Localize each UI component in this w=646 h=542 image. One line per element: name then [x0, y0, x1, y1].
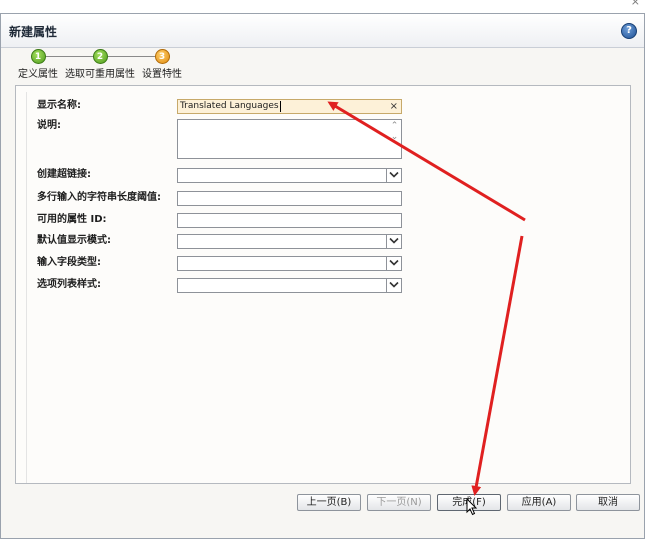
button-bar: 上一页(B) 下一页(N) 完成(F) 应用(A) 取消 [1, 492, 644, 516]
description-label: 说明: [37, 120, 61, 131]
step-check-icon: 1 [30, 49, 46, 64]
chevron-down-icon[interactable] [386, 235, 401, 248]
create-hyperlink-select[interactable] [177, 168, 402, 183]
cancel-button[interactable]: 取消 [576, 494, 640, 511]
option-list-style-select[interactable] [177, 278, 402, 293]
clear-icon[interactable]: × [390, 100, 398, 113]
new-attribute-dialog: 新建属性 ? 1 定义属性 2 选取可重用属性 3 设置特性 显示名称: Tra [0, 13, 645, 539]
title-bar: 新建属性 ? [1, 14, 644, 48]
step-current-icon: 3 [154, 49, 170, 64]
attribute-id-label: 可用的属性 ID: [37, 214, 107, 225]
help-icon[interactable]: ? [621, 23, 637, 39]
scroll-down-icon[interactable]: ⌄ [390, 133, 399, 142]
max-length-input[interactable] [177, 191, 402, 206]
form-area: 显示名称: Translated Languages × 说明: ⌃ ⌄ 创建超… [26, 92, 630, 483]
step-check-icon: 2 [92, 49, 108, 64]
option-list-style-label: 选项列表样式: [37, 279, 101, 290]
screen: × 新建属性 ? 1 定义属性 2 选取可重用属性 3 设置特性 显示名称: T… [0, 0, 646, 542]
display-name-value: Translated Languages [180, 101, 279, 111]
input-field-type-label: 输入字段类型: [37, 257, 101, 268]
wizard-step-label: 设置特性 [142, 69, 182, 80]
properties-panel: 显示名称: Translated Languages × 说明: ⌃ ⌄ 创建超… [15, 85, 631, 484]
apply-button[interactable]: 应用(A) [507, 494, 571, 511]
close-icon[interactable]: × [631, 0, 640, 8]
mouse-cursor-icon [466, 498, 478, 516]
next-page-button[interactable]: 下一页(N) [367, 494, 431, 511]
text-caret [279, 101, 281, 112]
display-name-input[interactable]: Translated Languages × [177, 99, 402, 114]
description-textarea[interactable]: ⌃ ⌄ [177, 119, 402, 159]
wizard-step-3[interactable]: 3 设置特性 [117, 49, 207, 80]
wizard-steps: 1 定义属性 2 选取可重用属性 3 设置特性 [1, 47, 644, 81]
chevron-down-icon[interactable] [386, 279, 401, 292]
default-display-mode-select[interactable] [177, 234, 402, 249]
input-field-type-select[interactable] [177, 256, 402, 271]
max-length-label: 多行输入的字符串长度阈值: [37, 192, 161, 203]
chevron-down-icon[interactable] [386, 257, 401, 270]
display-name-label: 显示名称: [37, 100, 81, 111]
default-display-mode-label: 默认值显示模式: [37, 235, 111, 246]
prev-page-button[interactable]: 上一页(B) [297, 494, 361, 511]
create-hyperlink-label: 创建超链接: [37, 169, 91, 180]
scroll-up-icon[interactable]: ⌃ [390, 122, 399, 131]
dialog-title: 新建属性 [9, 25, 58, 39]
attribute-id-input[interactable] [177, 213, 402, 228]
chevron-down-icon[interactable] [386, 169, 401, 182]
